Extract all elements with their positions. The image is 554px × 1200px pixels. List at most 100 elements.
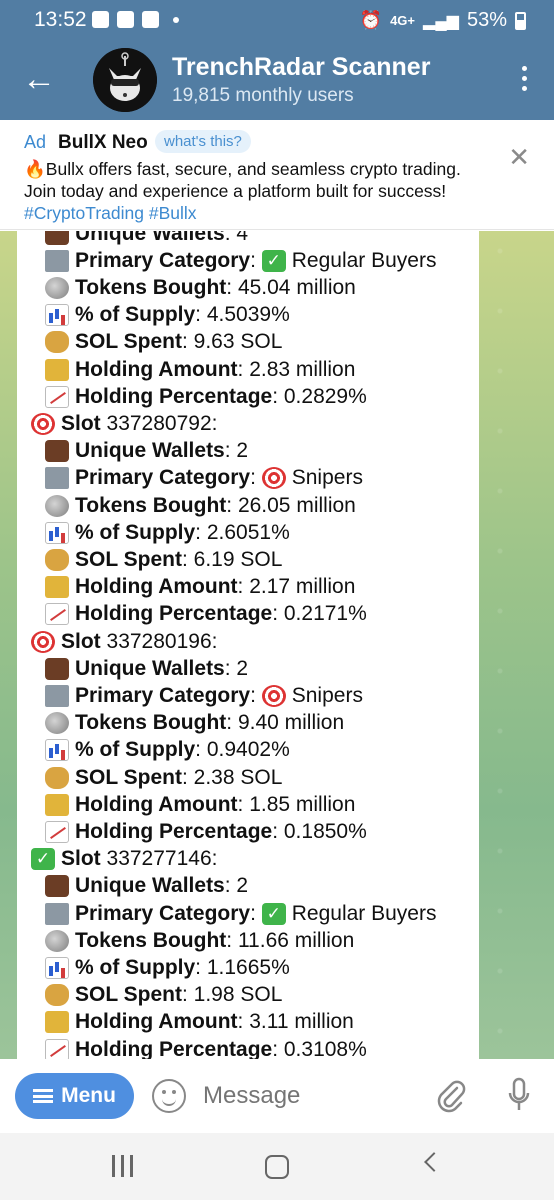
network-type: 4G+ [390,13,416,28]
more-notifications-icon [173,16,179,23]
checkbox-icon [117,11,134,28]
home-icon[interactable] [265,1155,289,1179]
line-value: 1.98 SOL [193,983,283,1007]
trend-icon [45,385,69,408]
line-label: Primary Category [75,683,251,707]
line-value: Regular Buyers [291,248,437,272]
close-ad-icon[interactable]: ✕ [508,142,530,173]
message-bubble[interactable]: Unique Wallets: 4 Primary Category: ✓ Regu… [17,231,479,1059]
stat-line: Unique Wallets: 2 [45,873,248,900]
separator: : [237,1010,250,1034]
slot-line: Slot 337280196: [31,628,217,655]
line-label: Slot [61,629,101,653]
back-nav-icon[interactable] [424,1152,444,1172]
line-label: Primary Category [75,466,251,490]
line-value: 0.9402% [206,738,290,762]
ad-title: BullX Neo [58,132,148,153]
line-label: SOL Spent [75,330,182,354]
line-value: 0.2171% [283,602,367,626]
line-value: 1.85 million [249,792,356,816]
target-icon [261,684,286,707]
recent-apps-icon[interactable] [112,1155,134,1177]
microphone-icon[interactable] [508,1077,530,1115]
folder-icon [45,249,69,272]
line-label: Unique Wallets [75,231,225,245]
stat-line: SOL Spent: 9.63 SOL [45,329,282,356]
app-notification-icon [142,11,159,28]
separator: : [272,384,284,408]
coin-icon [45,276,69,299]
chat-area[interactable]: Unique Wallets: 4 Primary Category: ✓ Regu… [0,231,554,1059]
line-label: Holding Amount [75,1010,238,1034]
separator: : [181,765,194,789]
ad-tag-bullx[interactable]: #Bullx [149,203,197,223]
separator: : [237,575,250,599]
channel-title[interactable]: TrenchRadar Scanner [172,53,430,82]
lock-icon [45,793,69,816]
separator: : [181,547,194,571]
separator: : [195,303,207,327]
battery-percent: 53% [466,9,507,31]
ad-tag-cryptotrading[interactable]: #CryptoTrading [24,203,144,223]
check-icon: ✓ [261,902,286,925]
line-value: 45.04 million [237,275,356,299]
separator: : [224,439,237,463]
stat-line: % of Supply: 4.5039% [45,302,290,329]
menu-label: Menu [61,1084,116,1107]
stat-line: Primary Category: Snipers [45,465,363,492]
menu-button[interactable]: Menu [15,1073,134,1119]
line-label: Holding Amount [75,792,238,816]
separator: : [195,955,207,979]
separator: : [237,792,250,816]
stat-line: Primary Category: ✓ Regular Buyers [45,247,436,274]
separator: : [250,683,262,707]
stat-line: Tokens Bought: 11.66 million [45,927,354,954]
hamburger-icon [33,1089,54,1103]
line-label: % of Supply [75,738,196,762]
line-label: Unique Wallets [75,439,225,463]
lock-icon [45,576,69,599]
channel-avatar[interactable] [93,48,157,112]
stat-line: Holding Amount: 2.83 million [45,356,355,383]
line-value: 4 [236,231,249,245]
separator: : [181,983,194,1007]
line-value: 3.11 million [249,1010,354,1034]
alarm-icon: ⏰ [359,10,383,30]
line-label: Slot [61,411,101,435]
money-icon [45,548,69,571]
attach-icon[interactable] [436,1079,466,1113]
line-label: SOL Spent [75,547,182,571]
sponsored-ad[interactable]: Ad BullX Neo what's this? 🔥Bullx offers … [0,120,554,230]
more-options-icon[interactable] [520,66,528,91]
line-value: 0.1850% [283,819,367,843]
separator: : [226,928,238,952]
signal-icon: ▂▄▆ [423,12,459,30]
line-value: 9.63 SOL [193,330,283,354]
chat-header: ← TrenchRadar Scanner 19,815 monthly use… [0,42,554,120]
coin-icon [45,494,69,517]
trend-icon [45,820,69,843]
coin-icon [45,929,69,952]
line-value: 2 [236,656,249,680]
line-label: Holding Percentage [75,602,273,626]
folder-icon [45,902,69,925]
stat-line: Unique Wallets: 2 [45,438,248,465]
line-label: Holding Percentage [75,384,273,408]
stat-line: Holding Percentage: 0.3108% [45,1036,367,1059]
line-label: % of Supply [75,520,196,544]
line-value: 2.38 SOL [193,765,283,789]
status-time: 13:52 [34,8,87,31]
back-arrow-icon[interactable]: ← [22,62,56,96]
stat-line: Primary Category: ✓ Regular Buyers [45,900,436,927]
line-label: Unique Wallets [75,874,225,898]
chart-icon [45,956,69,979]
separator: : [224,231,237,245]
line-value: 2.17 million [249,575,356,599]
emoji-icon[interactable] [152,1079,186,1113]
folder-icon [45,684,69,707]
stat-line: % of Supply: 2.6051% [45,519,290,546]
line-label: Holding Percentage [75,1037,273,1060]
separator: : [195,738,207,762]
message-input[interactable] [203,1082,413,1110]
whats-this-button[interactable]: what's this? [155,130,251,153]
